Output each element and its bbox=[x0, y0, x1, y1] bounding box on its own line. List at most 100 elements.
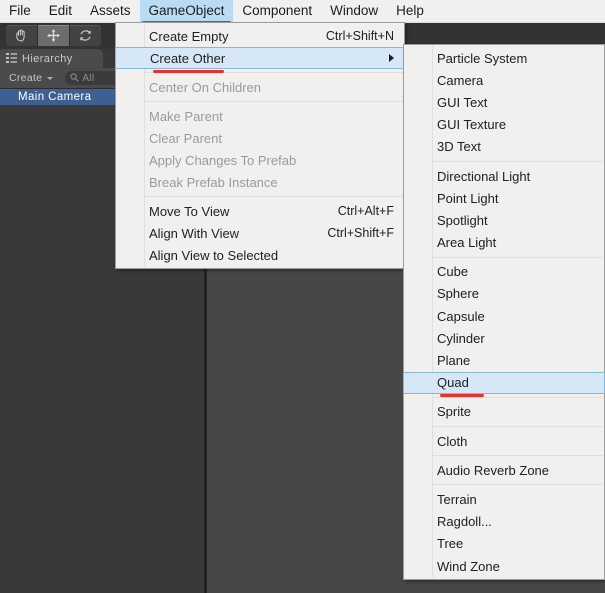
submenu-item-sphere[interactable]: Sphere bbox=[404, 283, 604, 305]
search-placeholder: All bbox=[82, 72, 95, 84]
move-tool-button[interactable] bbox=[38, 25, 70, 46]
menu-item-label: Camera bbox=[437, 72, 484, 88]
menubar-item-file[interactable]: File bbox=[0, 0, 40, 22]
submenu-item-particle-system[interactable]: Particle System bbox=[404, 47, 604, 69]
create-button-label: Create bbox=[9, 72, 43, 84]
menubar-item-help[interactable]: Help bbox=[387, 0, 433, 22]
menu-separator bbox=[432, 256, 603, 258]
menu-item-shortcut: Ctrl+Shift+N bbox=[325, 29, 394, 43]
menu-item-break-prefab-instance: Break Prefab Instance bbox=[116, 171, 404, 193]
rotate-tool-button[interactable] bbox=[70, 25, 101, 46]
submenu-item-camera[interactable]: Camera bbox=[404, 69, 604, 91]
rotate-icon bbox=[78, 28, 93, 43]
menu-item-label: Cube bbox=[437, 264, 469, 280]
hierarchy-icon bbox=[6, 50, 17, 68]
menu-separator bbox=[432, 426, 603, 427]
submenu-item-directional-light[interactable]: Directional Light bbox=[404, 165, 604, 187]
submenu-item-audio-reverb-zone[interactable]: Audio Reverb Zone bbox=[404, 459, 604, 481]
menu-item-clear-parent: Clear Parent bbox=[116, 127, 404, 149]
menu-separator bbox=[144, 196, 403, 197]
menu-item-label: Create Other bbox=[150, 50, 226, 66]
menu-bar: File Edit Assets GameObject Component Window H… bbox=[0, 0, 605, 24]
menu-item-shortcut: Ctrl+Alt+F bbox=[337, 204, 394, 218]
menubar-item-label: Component bbox=[242, 3, 313, 18]
submenu-item-3d-text[interactable]: 3D Text bbox=[404, 136, 604, 158]
menubar-item-component[interactable]: Component bbox=[233, 0, 321, 22]
menu-item-apply-changes-to-prefab: Apply Changes To Prefab bbox=[116, 149, 404, 171]
annotation-underline bbox=[153, 69, 225, 73]
menu-item-label: Align View to Selected bbox=[149, 247, 279, 263]
submenu-item-gui-text[interactable]: GUI Text bbox=[404, 91, 604, 113]
menu-item-label: Directional Light bbox=[437, 168, 531, 184]
move-icon bbox=[46, 28, 61, 43]
submenu-item-cylinder[interactable]: Cylinder bbox=[404, 327, 604, 349]
menubar-item-label: File bbox=[9, 3, 31, 18]
menubar-item-window[interactable]: Window bbox=[321, 0, 387, 22]
menu-item-center-on-children: Center On Children bbox=[116, 76, 404, 98]
menubar-item-label: Assets bbox=[90, 3, 131, 18]
hierarchy-tab-label: Hierarchy bbox=[22, 52, 73, 65]
menu-item-label: Tree bbox=[437, 536, 464, 552]
submenu-item-cube[interactable]: Cube bbox=[404, 261, 604, 283]
unity-editor-window: Hierarchy Create All Main Camera File Ed… bbox=[0, 0, 605, 593]
menubar-item-gameobject[interactable]: GameObject bbox=[139, 0, 234, 24]
submenu-item-quad[interactable]: Quad bbox=[403, 371, 605, 394]
transform-tools-group bbox=[6, 25, 101, 46]
submenu-item-wind-zone[interactable]: Wind Zone bbox=[404, 555, 604, 577]
menu-item-label: Cylinder bbox=[437, 330, 485, 346]
menu-item-label: GUI Texture bbox=[437, 117, 507, 133]
menu-item-label: 3D Text bbox=[437, 139, 481, 155]
menu-item-align-with-view[interactable]: Align With View Ctrl+Shift+F bbox=[116, 222, 404, 244]
submenu-item-spotlight[interactable]: Spotlight bbox=[404, 209, 604, 231]
submenu-item-sprite[interactable]: Sprite bbox=[404, 401, 604, 423]
menu-item-label: Particle System bbox=[437, 50, 528, 66]
menubar-item-edit[interactable]: Edit bbox=[40, 0, 81, 22]
create-button[interactable]: Create bbox=[5, 71, 57, 86]
submenu-item-tree[interactable]: Tree bbox=[404, 533, 604, 555]
menu-item-label: Point Light bbox=[437, 190, 499, 206]
menu-item-make-parent: Make Parent bbox=[116, 105, 404, 127]
submenu-item-terrain[interactable]: Terrain bbox=[404, 488, 604, 510]
hand-icon bbox=[14, 28, 29, 43]
chevron-right-icon bbox=[389, 54, 394, 62]
submenu-item-gui-texture[interactable]: GUI Texture bbox=[404, 114, 604, 136]
menu-item-label: Create Empty bbox=[149, 28, 229, 44]
submenu-item-area-light[interactable]: Area Light bbox=[404, 232, 604, 254]
menu-item-label: Center On Children bbox=[149, 79, 261, 95]
menu-separator bbox=[432, 455, 603, 457]
menu-separator bbox=[144, 101, 403, 102]
menu-item-label: Clear Parent bbox=[149, 130, 222, 146]
menu-item-label: Quad bbox=[437, 375, 469, 391]
menu-item-shortcut: Ctrl+Shift+F bbox=[327, 226, 394, 240]
menu-item-label: Cloth bbox=[437, 433, 468, 449]
gameobject-dropdown-menu: Create Empty Ctrl+Shift+N Create Other Cent… bbox=[115, 22, 405, 269]
hand-tool-button[interactable] bbox=[6, 25, 38, 46]
hierarchy-item-label: Main Camera bbox=[18, 90, 92, 103]
menubar-item-label: GameObject bbox=[148, 3, 225, 18]
submenu-item-cloth[interactable]: Cloth bbox=[404, 430, 604, 452]
submenu-item-ragdoll[interactable]: Ragdoll... bbox=[404, 511, 604, 533]
menu-item-label: Terrain bbox=[437, 491, 477, 507]
submenu-item-capsule[interactable]: Capsule bbox=[404, 305, 604, 327]
menubar-item-label: Help bbox=[396, 3, 424, 18]
menubar-item-label: Window bbox=[330, 3, 379, 18]
menu-item-label: Area Light bbox=[437, 235, 497, 251]
search-icon bbox=[70, 69, 79, 87]
menu-item-move-to-view[interactable]: Move To View Ctrl+Alt+F bbox=[116, 200, 404, 222]
menu-item-label: Make Parent bbox=[149, 108, 223, 124]
submenu-item-point-light[interactable]: Point Light bbox=[404, 187, 604, 209]
annotation-underline bbox=[440, 394, 484, 398]
menu-item-label: Align With View bbox=[149, 225, 240, 241]
chevron-down-icon bbox=[47, 76, 54, 80]
menu-item-label: Audio Reverb Zone bbox=[437, 462, 550, 478]
menu-item-create-other[interactable]: Create Other bbox=[115, 47, 405, 69]
hierarchy-tab[interactable]: Hierarchy bbox=[0, 49, 103, 68]
menu-item-create-empty[interactable]: Create Empty Ctrl+Shift+N bbox=[116, 25, 404, 47]
menu-item-label: Capsule bbox=[437, 308, 485, 324]
menubar-item-assets[interactable]: Assets bbox=[81, 0, 140, 22]
menu-separator bbox=[432, 484, 603, 486]
submenu-item-plane[interactable]: Plane bbox=[404, 349, 604, 371]
menu-item-align-view-to-selected[interactable]: Align View to Selected bbox=[116, 244, 404, 266]
menu-item-label: Apply Changes To Prefab bbox=[149, 152, 297, 168]
menu-item-label: Spotlight bbox=[437, 212, 488, 228]
